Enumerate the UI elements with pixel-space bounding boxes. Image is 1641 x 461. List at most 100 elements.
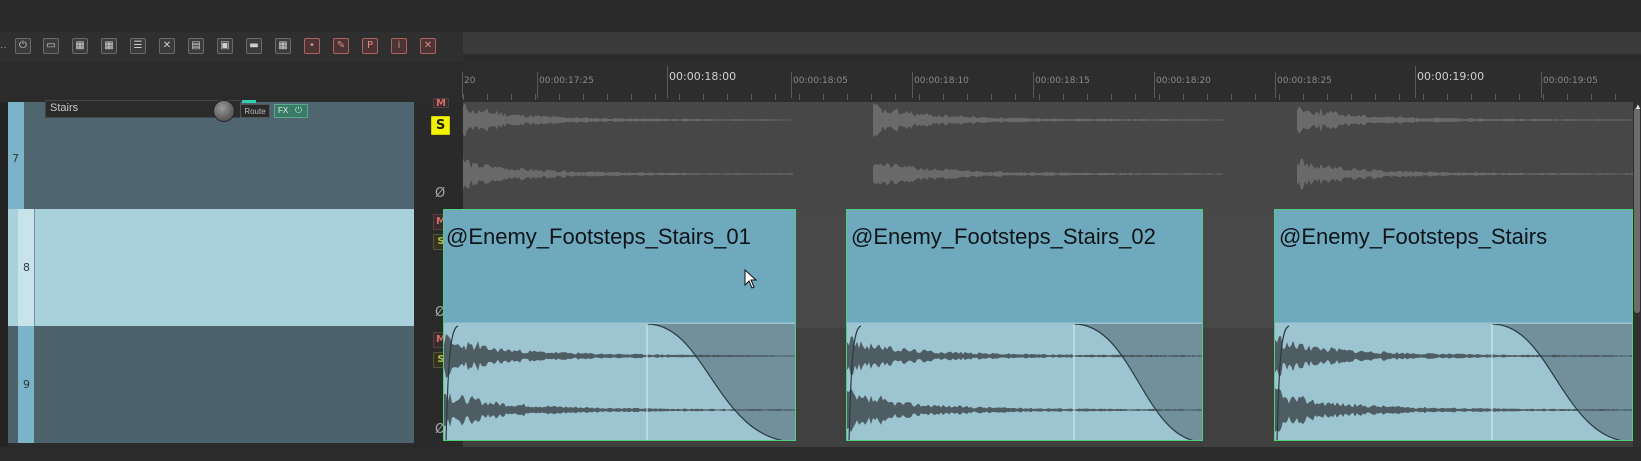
ruler-minor-tick: [1279, 94, 1280, 100]
ruler-minor-tick: [535, 94, 536, 100]
toolbar-spacer: [463, 32, 1641, 54]
ruler-minor-tick: [895, 94, 896, 100]
ruler-minor-tick: [1015, 94, 1016, 100]
ruler-tick: [912, 72, 913, 98]
list-icon[interactable]: ☰: [130, 38, 146, 54]
vertical-scrollbar-thumb[interactable]: [1634, 108, 1640, 313]
track-9-panel[interactable]: 9: [8, 326, 414, 443]
ruler-minor-tick: [487, 94, 488, 100]
ruler-minor-tick: [1543, 94, 1544, 100]
ruler-minor-tick: [775, 94, 776, 100]
ruler-minor-tick: [751, 94, 752, 100]
title-area: [0, 0, 1641, 32]
lock-icon[interactable]: ▣: [217, 38, 233, 54]
track-8-number: 8: [23, 261, 30, 274]
ruler-minor-tick: [1519, 94, 1520, 100]
track-7-number: 7: [12, 152, 19, 165]
media-item[interactable]: @Enemy_Footsteps_Stairs_02: [846, 209, 1203, 441]
ruler-minor-tick: [1375, 94, 1376, 100]
ruler-label: 00:00:18:05: [793, 76, 848, 86]
info-icon[interactable]: i: [391, 38, 407, 54]
ruler-minor-tick: [631, 94, 632, 100]
track-7-waveform: [463, 103, 793, 190]
ruler-minor-tick: [1327, 94, 1328, 100]
track-7-name: Stairs: [50, 102, 79, 114]
ruler-minor-tick: [1303, 94, 1304, 100]
track-7-mute-button[interactable]: M: [433, 98, 449, 109]
ruler-minor-tick: [1159, 94, 1160, 100]
crossfade-icon[interactable]: ✕: [159, 38, 175, 54]
p-icon[interactable]: P: [362, 38, 378, 54]
track-7-fx-label: FX: [278, 106, 289, 115]
track-7-phase-icon[interactable]: Ø: [435, 186, 445, 201]
ruler-minor-tick: [1255, 94, 1256, 100]
ruler-minor-tick: [607, 94, 608, 100]
ruler-minor-tick: [1615, 94, 1616, 100]
ruler-minor-tick: [655, 94, 656, 100]
media-item-waveform: [1275, 324, 1632, 440]
pencil-icon[interactable]: ✎: [333, 38, 349, 54]
track-8-panel[interactable]: 8: [8, 209, 414, 326]
ruler-minor-tick: [511, 94, 512, 100]
ruler-tick: [1415, 66, 1416, 98]
ruler-minor-tick: [703, 94, 704, 100]
envelope-icon[interactable]: ▬: [246, 38, 262, 54]
power-icon[interactable]: ⏻: [15, 38, 31, 54]
track-7-mute-solo: M S Ø: [414, 98, 463, 209]
media-item-waveform: [444, 324, 795, 440]
media-item-label: @Enemy_Footsteps_Stairs_01: [446, 224, 751, 249]
scroll-up-arrow-icon[interactable]: ▲: [1634, 102, 1641, 111]
ruler-label: 00:00:18:25: [1277, 76, 1332, 86]
grid-icon[interactable]: ▦: [72, 38, 88, 54]
ruler-minor-tick: [1039, 94, 1040, 100]
ripple-icon[interactable]: ▤: [188, 38, 204, 54]
timeline-ruler[interactable]: 20 00:00:17:25 00:00:18:00 00:00:18:05 00:00…: [462, 62, 1641, 102]
ruler-tick: [1033, 72, 1034, 98]
close-icon[interactable]: ✕: [420, 38, 436, 54]
ruler-minor-tick: [1495, 94, 1496, 100]
ruler-minor-tick: [847, 94, 848, 100]
marker-icon[interactable]: •: [304, 38, 320, 54]
arrange-view[interactable]: @Enemy_Footsteps_Stairs_01 @Enemy_Footste…: [443, 102, 1633, 447]
toolbar-overflow-icon[interactable]: ··: [0, 42, 7, 53]
ruler-minor-tick: [1591, 94, 1592, 100]
ruler-minor-tick: [1567, 94, 1568, 100]
track-7-waveform: [1297, 106, 1633, 190]
ruler-minor-tick: [583, 94, 584, 100]
ruler-minor-tick: [1087, 94, 1088, 100]
ruler-minor-tick: [1135, 94, 1136, 100]
region-icon[interactable]: ▦: [275, 38, 291, 54]
track-7-fx-button[interactable]: FX ⏻: [274, 104, 308, 118]
ruler-minor-tick: [919, 94, 920, 100]
ruler-minor-tick: [1447, 94, 1448, 100]
media-item-waveform: [847, 324, 1202, 440]
ruler-tick: [791, 72, 792, 98]
track-7-panel[interactable]: 7 Stairs Route FX ⏻: [8, 100, 414, 209]
ruler-minor-tick: [967, 94, 968, 100]
ruler-minor-tick: [1207, 94, 1208, 100]
fx-power-icon: ⏻: [295, 105, 303, 115]
track-7-name-field[interactable]: Stairs: [45, 100, 241, 118]
ruler-tick: [1541, 72, 1542, 98]
track-7-meter: [242, 100, 256, 103]
ruler-minor-tick: [1351, 94, 1352, 100]
ruler-tick: [537, 72, 538, 98]
ruler-tick: [667, 66, 668, 98]
track-7-volume-knob[interactable]: [213, 100, 235, 122]
tcp-gutter: [0, 102, 8, 447]
ruler-label: 20: [464, 76, 476, 86]
track-7-solo-button[interactable]: S: [431, 116, 450, 135]
ruler-label: 00:00:18:20: [1156, 76, 1211, 86]
media-item[interactable]: @Enemy_Footsteps_Stairs_01: [443, 209, 796, 441]
track-7-route-button[interactable]: Route: [240, 104, 270, 118]
ruler-minor-tick: [1183, 94, 1184, 100]
ruler-label: 00:00:19:05: [1543, 76, 1598, 86]
track-7-waveform: [873, 102, 1223, 186]
ruler-minor-tick: [463, 94, 464, 100]
folder-icon[interactable]: ▭: [43, 38, 59, 54]
ruler-label: 00:00:17:25: [539, 76, 594, 86]
grid-snap-icon[interactable]: ▦: [101, 38, 117, 54]
media-item[interactable]: @Enemy_Footsteps_Stairs: [1274, 209, 1633, 441]
media-item-label: @Enemy_Footsteps_Stairs: [1279, 224, 1548, 249]
ruler-minor-tick: [871, 94, 872, 100]
